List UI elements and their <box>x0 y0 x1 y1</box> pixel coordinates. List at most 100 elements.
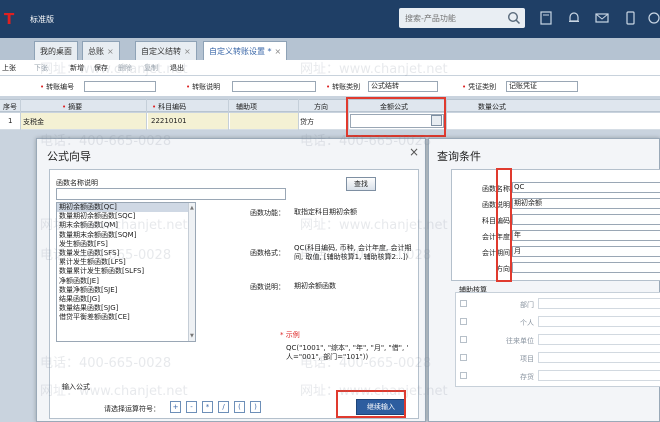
operator-divide-button[interactable]: / <box>218 401 229 413</box>
func-feature-label: 函数功能： <box>250 209 285 217</box>
assist-checkbox[interactable] <box>460 300 467 307</box>
list-item[interactable]: 数量期末余额函数[SQM] <box>57 231 195 240</box>
mail-icon[interactable] <box>594 10 610 26</box>
list-item[interactable]: 项目 <box>456 351 660 365</box>
list-item[interactable]: 个人 <box>456 315 660 329</box>
list-item[interactable]: 数量期初余额函数[SQC] <box>57 212 195 221</box>
assist-checkbox[interactable] <box>460 318 467 325</box>
prev-button[interactable]: 下张 <box>34 63 48 73</box>
copy-button[interactable]: 复制 <box>144 63 158 73</box>
function-list[interactable]: 期初余额函数[QC] 数量期初余额函数[SQC] 期末余额函数[QM] 数量期末… <box>56 202 196 342</box>
tab-my-desktop[interactable]: 我的桌面 <box>34 41 78 60</box>
operator-rparen-button[interactable]: ) <box>250 401 261 413</box>
func-format-line-1: QC(科目编码, 币种, 会计年度, 会计期 <box>294 244 412 252</box>
tab-general-ledger[interactable]: 总账 × <box>82 41 120 60</box>
delete-button[interactable]: 删除 <box>118 63 132 73</box>
row-summary[interactable]: 支税金 <box>20 113 146 129</box>
list-item[interactable]: 存货 <box>456 369 660 383</box>
tab-custom-transfer-settings[interactable]: 自定义转账设置 * × <box>203 41 288 60</box>
row-direction[interactable]: 贷方 <box>300 117 314 127</box>
operator-multiply-button[interactable]: * <box>202 401 213 413</box>
assist-checkbox[interactable] <box>460 372 467 379</box>
list-item[interactable]: 发生额函数[FS] <box>57 240 195 249</box>
close-icon[interactable]: × <box>409 145 419 159</box>
list-item[interactable]: 数量累计发生额函数[SLFS] <box>57 267 195 276</box>
type-select[interactable]: 公式结转 <box>368 81 438 92</box>
highlight-continue-button <box>336 390 406 418</box>
search-icon[interactable] <box>507 11 521 25</box>
direction-field[interactable] <box>512 262 660 273</box>
close-icon[interactable]: × <box>184 47 191 56</box>
list-item[interactable]: 累计发生额函数[LFS] <box>57 258 195 267</box>
function-name-field[interactable]: QC <box>512 182 660 193</box>
assist-checkbox[interactable] <box>460 336 467 343</box>
phone-icon[interactable] <box>622 10 638 26</box>
app-logo: T <box>4 10 15 28</box>
operator-minus-button[interactable]: - <box>186 401 197 413</box>
find-button[interactable]: 查找 <box>346 177 376 191</box>
app-titlebar: T 标准版 <box>0 0 660 38</box>
list-item[interactable]: 数量结果函数[SJG] <box>57 304 195 313</box>
search-box[interactable] <box>399 8 525 28</box>
operator-plus-button[interactable]: + <box>170 401 181 413</box>
code-field[interactable] <box>84 81 156 92</box>
close-icon[interactable]: × <box>107 47 114 56</box>
scroll-down-icon[interactable]: ▼ <box>190 333 194 339</box>
list-item[interactable]: 期初余额函数[QC] <box>57 203 195 213</box>
save-button[interactable]: 保存 <box>94 63 108 73</box>
first-button[interactable]: 上张 <box>2 63 16 73</box>
grid-divider <box>228 99 229 130</box>
dialog-title: 公式向导 <box>47 150 91 163</box>
add-button[interactable]: 新增 <box>70 63 84 73</box>
list-item[interactable]: 净额函数[JE] <box>57 277 195 286</box>
function-desc-field[interactable]: 期初余额 <box>512 198 660 209</box>
grid-divider <box>20 99 21 130</box>
row-code[interactable]: 22210101 <box>148 113 228 129</box>
formula-wizard-dialog: 公式向导 × 函数名称说明 查找 期初余额函数[QC] 数量期初余额函数[SQC… <box>36 138 426 422</box>
voucher-select[interactable]: 记账凭证 <box>506 81 578 92</box>
bell-icon[interactable] <box>566 10 582 26</box>
input-formula-label: 输入公式 <box>62 383 90 391</box>
operator-lparen-button[interactable]: ( <box>234 401 245 413</box>
function-search-field[interactable] <box>56 188 286 200</box>
table-row[interactable]: 1 支税金 22210101 贷方 <box>0 113 660 130</box>
list-item[interactable]: 结果函数[JG] <box>57 295 195 304</box>
col-assist: 辅助项 <box>236 103 257 111</box>
assist-field[interactable] <box>538 298 660 309</box>
clock-icon[interactable] <box>646 10 660 26</box>
wizard-panel: 函数名称说明 查找 期初余额函数[QC] 数量期初余额函数[SQC] 期末余额函… <box>49 169 419 419</box>
assist-field[interactable] <box>538 316 660 327</box>
list-scrollbar[interactable]: ▲ ▼ <box>188 203 195 341</box>
list-item[interactable]: 期末余额函数[QM] <box>57 221 195 230</box>
function-list-label: 函数名称说明 <box>56 179 98 187</box>
list-item[interactable]: 部门 <box>456 297 660 311</box>
account-code-field[interactable] <box>512 214 660 225</box>
highlight-query-labels <box>496 168 512 282</box>
row-assist[interactable] <box>230 113 298 129</box>
assist-checkbox[interactable] <box>460 354 467 361</box>
fiscal-period-field[interactable]: 月 <box>512 246 660 257</box>
tab-custom-transfer[interactable]: 自定义结转 × <box>135 41 197 60</box>
scroll-up-icon[interactable]: ▲ <box>190 205 194 211</box>
grid-divider <box>298 99 299 130</box>
search-input[interactable] <box>405 11 495 25</box>
list-item[interactable]: 数量发生函数[SFS] <box>57 249 195 258</box>
query-conditions-dialog: 查询条件 函数名称 QC 函数说明 期初余额 科目编码 会计年度 年 会计期间 … <box>428 138 660 422</box>
list-item[interactable]: 借贷平衡差额函数[CE] <box>57 313 195 322</box>
query-dialog-title: 查询条件 <box>437 150 481 163</box>
assist-field[interactable] <box>538 370 660 381</box>
exit-button[interactable]: 退出 <box>170 63 184 73</box>
list-item[interactable]: 数量净额函数[SJE] <box>57 286 195 295</box>
toolbar: 上张 下张 新增 保存 删除 复制 退出 <box>0 60 660 76</box>
list-item[interactable]: 往来单位 <box>456 333 660 347</box>
desc-field[interactable] <box>232 81 316 92</box>
row-no: 1 <box>8 117 13 125</box>
tab-bar: 我的桌面 总账 × 自定义结转 × 自定义转账设置 * × <box>0 38 660 60</box>
assist-field[interactable] <box>538 334 660 345</box>
fiscal-year-field[interactable]: 年 <box>512 230 660 241</box>
example-text: QC("1001", "综本", "年", "月", "借", "本币", 人=… <box>286 344 408 361</box>
close-icon[interactable]: × <box>275 47 282 56</box>
assist-field[interactable] <box>538 352 660 363</box>
calculator-icon[interactable] <box>538 10 554 26</box>
func-desc-value: 期初余额函数 <box>294 282 336 290</box>
